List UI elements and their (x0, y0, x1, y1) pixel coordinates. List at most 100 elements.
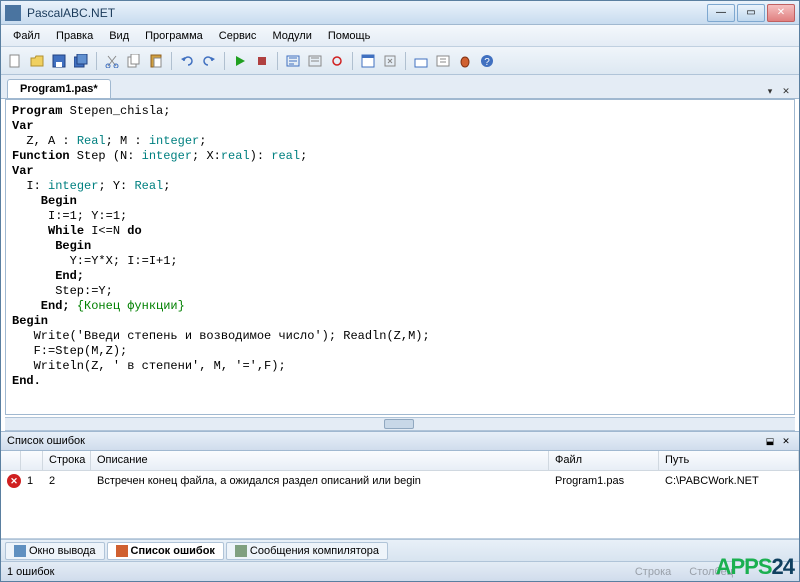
output-panel-icon[interactable] (411, 51, 431, 71)
undo-icon[interactable] (177, 51, 197, 71)
new-file-icon[interactable] (5, 51, 25, 71)
error-icon: ✕ (7, 474, 21, 488)
compile-icon[interactable] (380, 51, 400, 71)
code-type: Real (77, 134, 106, 148)
bottom-tabs: Окно вывода Список ошибок Сообщения комп… (1, 539, 799, 561)
code-kw: Begin (12, 194, 77, 208)
splitter[interactable] (5, 417, 795, 431)
redo-icon[interactable] (199, 51, 219, 71)
code-text: Writeln(Z, ' в степени', M, '=',F); (12, 359, 286, 373)
step-over-icon[interactable] (305, 51, 325, 71)
code-kw: Begin (12, 314, 48, 328)
watch-icon[interactable] (433, 51, 453, 71)
separator (352, 52, 353, 70)
status-error-count: 1 ошибок (7, 566, 55, 578)
maximize-button[interactable]: ▭ (737, 4, 765, 22)
error-file: Program1.pas (549, 473, 659, 489)
error-num: 1 (21, 473, 43, 489)
code-text: Write('Введи степень и возводимое число'… (12, 329, 430, 343)
toolbar: ? (1, 47, 799, 75)
code-text (12, 224, 48, 238)
menu-program[interactable]: Программа (137, 28, 211, 44)
status-line-label: Строка (635, 566, 671, 578)
editor-tab[interactable]: Program1.pas* (7, 79, 111, 98)
step-into-icon[interactable] (283, 51, 303, 71)
separator (277, 52, 278, 70)
error-line: 2 (43, 473, 91, 489)
help-icon[interactable]: ? (477, 51, 497, 71)
output-icon (14, 545, 26, 557)
code-text: Z, A : (12, 134, 77, 148)
menubar: Файл Правка Вид Программа Сервис Модули … (1, 25, 799, 47)
error-path: C:\PABCWork.NET (659, 473, 799, 489)
form-designer-icon[interactable] (358, 51, 378, 71)
col-desc[interactable]: Описание (91, 451, 549, 470)
code-kw: do (127, 224, 141, 238)
tab-compiler-label: Сообщения компилятора (250, 545, 379, 557)
code-text: I: (12, 179, 48, 193)
tab-errors-label: Список ошибок (131, 545, 215, 557)
errors-icon (116, 545, 128, 557)
separator (171, 52, 172, 70)
tab-output[interactable]: Окно вывода (5, 542, 105, 560)
code-type: Real (134, 179, 163, 193)
stop-icon[interactable] (252, 51, 272, 71)
save-icon[interactable] (49, 51, 69, 71)
code-text: ): (250, 149, 272, 163)
col-icon[interactable] (1, 451, 21, 470)
col-file[interactable]: Файл (549, 451, 659, 470)
run-icon[interactable] (230, 51, 250, 71)
debug-icon[interactable] (455, 51, 475, 71)
code-kw: Var (12, 164, 34, 178)
code-text: Y:=Y*X; I:=I+1; (12, 254, 178, 268)
paste-icon[interactable] (146, 51, 166, 71)
pin-icon[interactable]: ⬓ (763, 434, 777, 448)
cut-icon[interactable] (102, 51, 122, 71)
code-text: I:=1; Y:=1; (12, 209, 127, 223)
code-type: integer (48, 179, 98, 193)
menu-view[interactable]: Вид (101, 28, 137, 44)
code-type: real (221, 149, 250, 163)
copy-icon[interactable] (124, 51, 144, 71)
error-list-header: Строка Описание Файл Путь (1, 451, 799, 471)
error-desc: Встречен конец файла, а ожидался раздел … (91, 473, 549, 489)
panel-close-icon[interactable]: ✕ (779, 434, 793, 448)
open-file-icon[interactable] (27, 51, 47, 71)
close-button[interactable]: ✕ (767, 4, 795, 22)
error-list: Строка Описание Файл Путь ✕ 1 2 Встречен… (1, 451, 799, 539)
code-editor[interactable]: Program Stepen_chisla; Var Z, A : Real; … (5, 99, 795, 415)
menu-file[interactable]: Файл (5, 28, 48, 44)
code-kw: Begin (12, 239, 91, 253)
svg-text:?: ? (484, 57, 490, 68)
menu-edit[interactable]: Правка (48, 28, 101, 44)
scroll-thumb[interactable] (384, 419, 414, 429)
tab-output-label: Окно вывода (29, 545, 96, 557)
col-path[interactable]: Путь (659, 451, 799, 470)
separator (405, 52, 406, 70)
tab-dropdown-icon[interactable]: ▾ (763, 84, 777, 98)
menu-help[interactable]: Помощь (320, 28, 379, 44)
error-panel-title: Список ошибок (7, 435, 85, 447)
col-num[interactable] (21, 451, 43, 470)
app-window: PascalABC.NET — ▭ ✕ Файл Правка Вид Прог… (0, 0, 800, 582)
statusbar: 1 ошибок Строка Столбец (1, 561, 799, 581)
menu-service[interactable]: Сервис (211, 28, 265, 44)
titlebar: PascalABC.NET — ▭ ✕ (1, 1, 799, 25)
save-all-icon[interactable] (71, 51, 91, 71)
code-kw: Var (12, 119, 34, 133)
minimize-button[interactable]: — (707, 4, 735, 22)
code-text: Stepen_chisla; (62, 104, 170, 118)
tab-compiler[interactable]: Сообщения компилятора (226, 542, 388, 560)
menu-modules[interactable]: Модули (264, 28, 319, 44)
col-line[interactable]: Строка (43, 451, 91, 470)
error-row[interactable]: ✕ 1 2 Встречен конец файла, а ожидался р… (1, 471, 799, 491)
tab-errors[interactable]: Список ошибок (107, 542, 224, 560)
code-type: integer (149, 134, 199, 148)
code-type: real (271, 149, 300, 163)
breakpoint-icon[interactable] (327, 51, 347, 71)
code-text: Step:=Y; (12, 284, 113, 298)
code-text: F:=Step(M,Z); (12, 344, 127, 358)
code-kw: End. (12, 374, 41, 388)
tab-close-icon[interactable]: ✕ (779, 84, 793, 98)
editor-tab-row: Program1.pas* ▾ ✕ (1, 75, 799, 99)
